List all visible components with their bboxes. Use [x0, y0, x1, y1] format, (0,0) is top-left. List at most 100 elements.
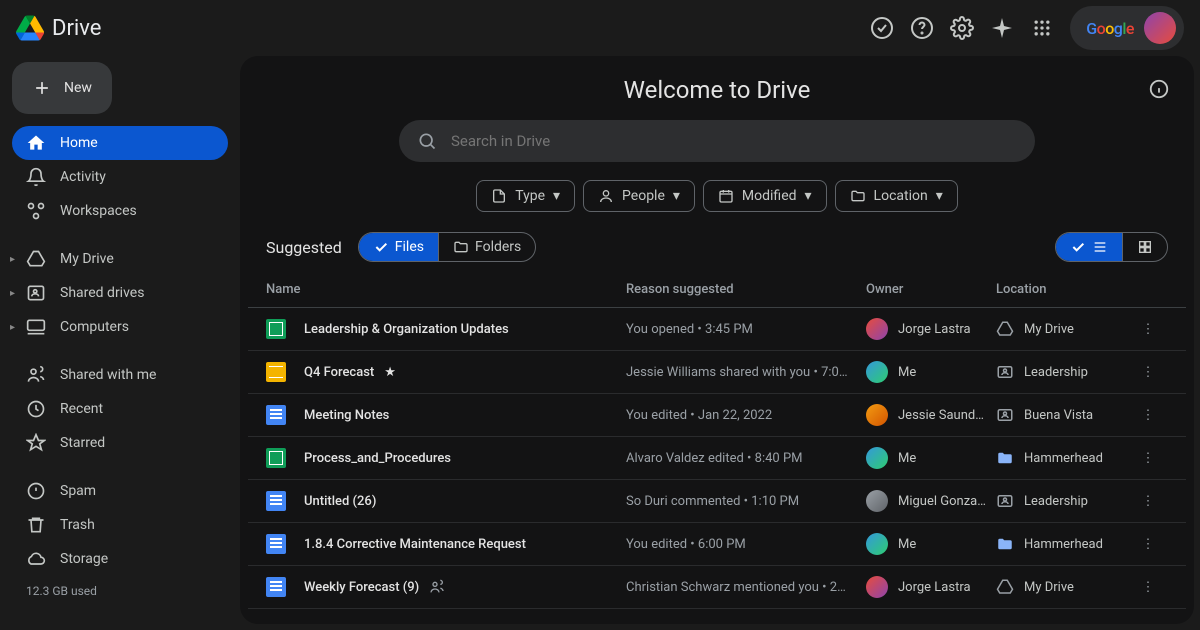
- reason-text: You edited • 6:00 PM: [626, 537, 866, 552]
- segment-folders[interactable]: Folders: [439, 233, 535, 261]
- file-name: Untitled (26): [304, 494, 376, 509]
- info-icon[interactable]: [1148, 78, 1170, 100]
- location-cell[interactable]: My Drive: [996, 320, 1128, 338]
- folder-icon: [453, 239, 469, 255]
- sidebar-item-recent[interactable]: Recent: [12, 392, 228, 426]
- home-icon: [26, 133, 46, 153]
- location-cell[interactable]: Hammerhead: [996, 535, 1128, 553]
- sidebar-item-activity[interactable]: Activity: [12, 160, 228, 194]
- table-row[interactable]: Q4 Forecast★ Jessie Williams shared with…: [248, 351, 1186, 394]
- table-row[interactable]: 1.8.4 Corrective Maintenance Request You…: [248, 523, 1186, 566]
- chevron-right-icon: ▸: [10, 254, 15, 265]
- logo-area[interactable]: Drive: [16, 14, 101, 42]
- account-pill[interactable]: Google: [1070, 6, 1184, 50]
- gemini-sparkle-icon[interactable]: [990, 16, 1014, 40]
- file-type-icon: [266, 362, 286, 382]
- user-avatar[interactable]: [1144, 12, 1176, 44]
- sidebar-item-computers[interactable]: ▸ Computers: [12, 310, 228, 344]
- more-actions-button[interactable]: ⋮: [1128, 451, 1168, 466]
- chevron-right-icon: ▸: [10, 322, 15, 333]
- sidebar-item-shared-with-me[interactable]: Shared with me: [12, 358, 228, 392]
- owner-cell: Me: [866, 361, 996, 383]
- file-type-icon: [266, 577, 286, 597]
- shared-icon: [429, 579, 445, 595]
- location-name: My Drive: [1024, 580, 1074, 595]
- table-row[interactable]: Leadership & Organization Updates You op…: [248, 308, 1186, 351]
- file-name: Process_and_Procedures: [304, 451, 451, 466]
- help-icon[interactable]: [910, 16, 934, 40]
- shared-drive-icon: [26, 283, 46, 303]
- star-icon: ★: [384, 365, 396, 380]
- more-actions-button[interactable]: ⋮: [1128, 408, 1168, 423]
- search-bar[interactable]: [399, 120, 1035, 162]
- location-cell[interactable]: Hammerhead: [996, 449, 1128, 467]
- more-actions-button[interactable]: ⋮: [1128, 537, 1168, 552]
- grid-icon: [1137, 239, 1153, 255]
- sidebar-item-trash[interactable]: Trash: [12, 508, 228, 542]
- page-title: Welcome to Drive: [248, 76, 1186, 104]
- file-name: Q4 Forecast: [304, 365, 374, 380]
- location-cell[interactable]: Leadership: [996, 492, 1128, 510]
- owner-name: Me: [898, 537, 916, 552]
- col-name-header[interactable]: Name: [266, 282, 626, 297]
- chip-type[interactable]: Type▾: [476, 180, 575, 212]
- star-icon: [26, 433, 46, 453]
- chevron-right-icon: ▸: [10, 288, 15, 299]
- table-row[interactable]: Process_and_Procedures Alvaro Valdez edi…: [248, 437, 1186, 480]
- owner-name: Jorge Lastra: [898, 580, 971, 595]
- col-owner-header[interactable]: Owner: [866, 282, 996, 297]
- file-type-icon: [266, 534, 286, 554]
- table-row[interactable]: Weekly Forecast (9) Christian Schwarz me…: [248, 566, 1186, 609]
- location-cell[interactable]: Leadership: [996, 363, 1128, 381]
- col-location-header[interactable]: Location: [996, 282, 1128, 297]
- sidebar-item-spam[interactable]: Spam: [12, 474, 228, 508]
- sidebar: New Home Activity Workspaces ▸ My Drive …: [0, 56, 240, 630]
- more-actions-button[interactable]: ⋮: [1128, 322, 1168, 337]
- more-actions-button[interactable]: ⋮: [1128, 494, 1168, 509]
- view-grid-button[interactable]: [1123, 233, 1167, 261]
- reason-text: Christian Schwarz mentioned you • 2…: [626, 580, 866, 595]
- search-input[interactable]: [451, 132, 1017, 150]
- location-name: Hammerhead: [1024, 537, 1103, 552]
- reason-text: So Duri commented • 1:10 PM: [626, 494, 866, 509]
- chip-modified[interactable]: Modified▾: [703, 180, 827, 212]
- table-row[interactable]: Untitled (26) So Duri commented • 1:10 P…: [248, 480, 1186, 523]
- owner-name: Jorge Lastra: [898, 322, 971, 337]
- owner-cell: Jorge Lastra: [866, 318, 996, 340]
- location-name: Leadership: [1024, 365, 1088, 380]
- new-button[interactable]: New: [12, 62, 112, 114]
- sidebar-item-workspaces[interactable]: Workspaces: [12, 194, 228, 228]
- sidebar-item-label: Spam: [60, 483, 96, 499]
- sidebar-item-home[interactable]: Home: [12, 126, 228, 160]
- owner-avatar: [866, 576, 888, 598]
- sidebar-item-shared-drives[interactable]: ▸ Shared drives: [12, 276, 228, 310]
- segment-files[interactable]: Files: [359, 233, 438, 261]
- people-icon: [26, 365, 46, 385]
- chip-people[interactable]: People▾: [583, 180, 695, 212]
- file-name: Meeting Notes: [304, 408, 389, 423]
- more-actions-button[interactable]: ⋮: [1128, 580, 1168, 595]
- google-logo: Google: [1086, 19, 1134, 38]
- table-row[interactable]: Meeting Notes You edited • Jan 22, 2022 …: [248, 394, 1186, 437]
- col-reason-header[interactable]: Reason suggested: [626, 282, 866, 297]
- location-name: Buena Vista: [1024, 408, 1093, 423]
- owner-name: Me: [898, 451, 916, 466]
- sidebar-item-label: Workspaces: [60, 203, 137, 219]
- folder-icon: [850, 188, 866, 204]
- location-cell[interactable]: My Drive: [996, 578, 1128, 596]
- apps-grid-icon[interactable]: [1030, 16, 1054, 40]
- sidebar-item-storage[interactable]: Storage: [12, 542, 228, 576]
- sidebar-item-label: Shared with me: [60, 367, 156, 383]
- sidebar-item-my-drive[interactable]: ▸ My Drive: [12, 242, 228, 276]
- more-actions-button[interactable]: ⋮: [1128, 365, 1168, 380]
- chip-location[interactable]: Location▾: [835, 180, 958, 212]
- location-cell[interactable]: Buena Vista: [996, 406, 1128, 424]
- sidebar-item-label: Computers: [60, 319, 129, 335]
- app-header: Drive Google: [0, 0, 1200, 56]
- sidebar-item-starred[interactable]: Starred: [12, 426, 228, 460]
- settings-gear-icon[interactable]: [950, 16, 974, 40]
- workspaces-icon: [26, 201, 46, 221]
- view-list-button[interactable]: [1056, 233, 1122, 261]
- cloud-icon: [26, 549, 46, 569]
- offline-ready-icon[interactable]: [870, 16, 894, 40]
